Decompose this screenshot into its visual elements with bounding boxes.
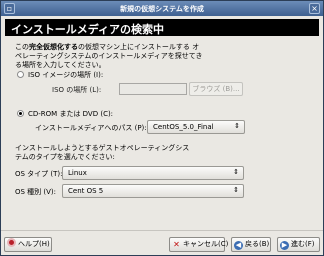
page-header: インストールメディアの検索中 (5, 19, 319, 36)
iso-image-radio[interactable] (17, 71, 24, 78)
os-variant-label: OS 種別 (V): (15, 188, 57, 196)
next-button[interactable]: ▶ 進む(F) (277, 237, 320, 252)
updown-arrow-icon: ⇕ (233, 168, 239, 176)
install-media-path-value: CentOS_5.0_Final (153, 123, 214, 131)
back-arrow-icon: ◀ (234, 241, 243, 250)
iso-location-input[interactable] (119, 83, 187, 95)
new-vm-wizard-window: ▫ 新規の仮想システムを作成 × インストールメディアの検索中 この完全仮想化す… (0, 0, 324, 256)
os-type-select[interactable]: Linux ⇕ (62, 166, 244, 180)
forward-arrow-icon: ▶ (280, 241, 289, 250)
cancel-button[interactable]: ✕ キャンセル(C) (169, 237, 228, 252)
updown-arrow-icon: ⇕ (234, 122, 240, 130)
cdrom-label: CD-ROM または DVD (C): (28, 110, 114, 118)
title-bar: ▫ 新規の仮想システムを作成 × (1, 1, 323, 16)
install-media-path-select[interactable]: CentOS_5.0_Final ⇕ (147, 120, 245, 134)
browse-button[interactable]: ブラウズ (B)... (189, 82, 243, 96)
cdrom-radio[interactable] (17, 110, 24, 117)
cancel-icon: ✕ (173, 240, 180, 249)
guest-os-instructions: インストールしようとするゲストオペレーティングシス テムのタイプを選んでください… (15, 144, 190, 161)
os-variant-value: Cent OS 5 (68, 187, 104, 195)
updown-arrow-icon: ⇕ (233, 186, 239, 194)
iso-location-label: ISO の場所 (L): (52, 86, 102, 94)
close-icon[interactable]: × (309, 3, 320, 14)
os-type-label: OS タイプ (T): (15, 170, 63, 178)
os-variant-select[interactable]: Cent OS 5 ⇕ (62, 184, 244, 198)
os-type-value: Linux (68, 169, 87, 177)
page-title: インストールメディアの検索中 (11, 23, 165, 36)
description-text: この完全仮想化するの仮想マシン上にインストールする オ ペレーティングシステムの… (15, 43, 203, 69)
window-title: 新規の仮想システムを作成 (120, 5, 204, 13)
help-icon (7, 238, 16, 247)
install-media-path-label: インストールメディアへのパス (P): (35, 124, 147, 132)
help-button[interactable]: ヘルプ(H) (4, 237, 52, 252)
iso-image-label: ISO イメージの場所 (I): (28, 71, 104, 79)
separator (1, 230, 323, 231)
back-button[interactable]: ◀ 戻る(B) (231, 237, 271, 252)
